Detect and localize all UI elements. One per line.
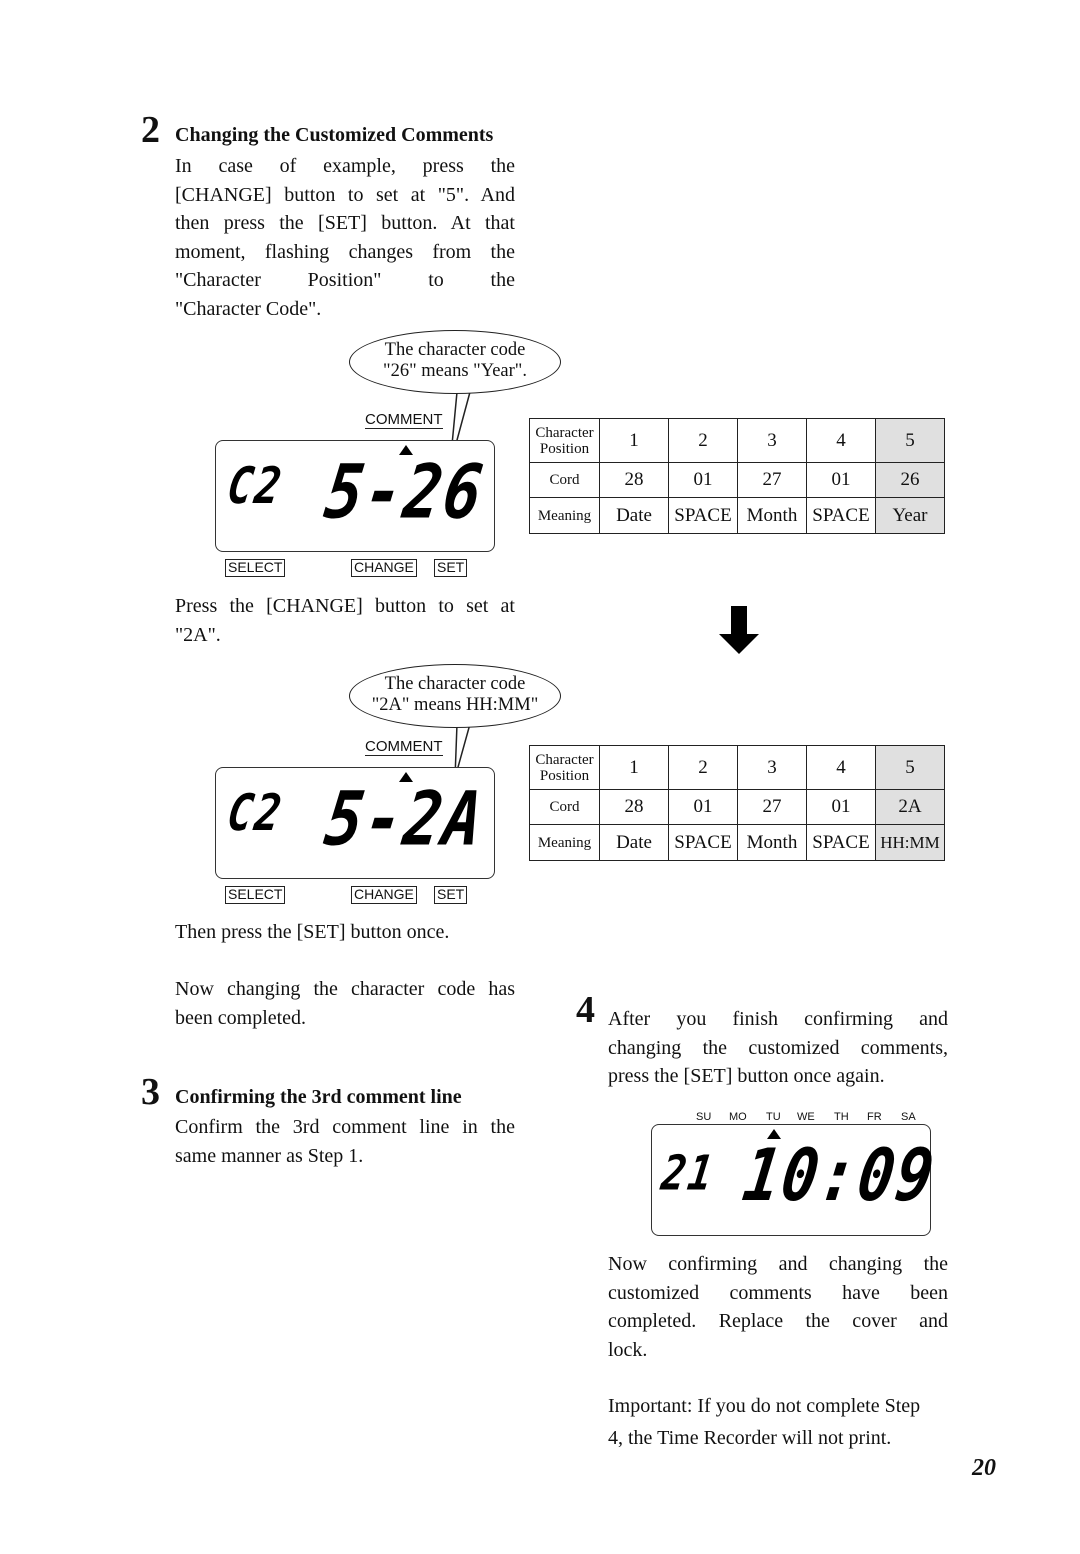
now-confirming-text: Now confirming and changing the customiz… bbox=[608, 1253, 948, 1361]
callout-bubble: The character code "26" means "Year". bbox=[349, 330, 561, 394]
lcd-line-code: C2 bbox=[223, 456, 287, 515]
now-changing-text: Now changing the character code has been… bbox=[175, 978, 515, 1029]
then-press-text: Then press the [SET] button once. bbox=[175, 921, 450, 943]
step-4-text: After you finish confirming and changing… bbox=[608, 1008, 948, 1087]
press-change-text: Press the [CHANGE] button to set at "2A"… bbox=[175, 595, 515, 646]
select-button[interactable]: SELECT bbox=[225, 886, 286, 904]
lcd-value: 5-2A bbox=[319, 774, 490, 863]
day-label: SU bbox=[696, 1111, 712, 1123]
character-table-1: Character Position 1 2 3 4 5 Cord 28 01 27 01 26 M… bbox=[529, 418, 945, 534]
day-label: TH bbox=[834, 1111, 849, 1123]
set-button[interactable]: SET bbox=[434, 559, 468, 577]
step-2-title: Changing the Customized Comments bbox=[175, 124, 494, 146]
day-label: FR bbox=[867, 1111, 882, 1123]
day-label: WE bbox=[797, 1111, 815, 1123]
lcd-display: C2 5-2A bbox=[215, 767, 495, 879]
lcd-time: 10:09 bbox=[738, 1134, 941, 1218]
important-note: Important: If you do not complete Step 4… bbox=[608, 1395, 921, 1449]
step-number-badge: 3 bbox=[141, 1071, 160, 1113]
character-table-2: Character Position 1 2 3 4 5 Cord 28 01 27 01 2A M… bbox=[529, 745, 945, 861]
callout-bubble: The character code "2A" means HH:MM" bbox=[349, 664, 561, 728]
step-2-text: In case of example, press the [CHANGE] b… bbox=[175, 155, 515, 320]
manual-page: 2 Changing the Customized Comments In ca… bbox=[0, 0, 1080, 1554]
step-3-text: Confirm the 3rd comment line in the same… bbox=[175, 1116, 515, 1167]
day-label: SA bbox=[901, 1111, 916, 1123]
change-button[interactable]: CHANGE bbox=[351, 559, 417, 577]
step-number-badge: 4 bbox=[576, 989, 595, 1031]
change-button[interactable]: CHANGE bbox=[351, 886, 417, 904]
page-number: 20 bbox=[972, 1455, 996, 1481]
day-label: MO bbox=[729, 1111, 747, 1123]
comment-label: COMMENT bbox=[365, 411, 443, 429]
lcd-value: 5-26 bbox=[319, 447, 490, 536]
lcd-display: C2 5-26 bbox=[215, 440, 495, 552]
clock-lcd-display: 21 10:09 bbox=[651, 1124, 941, 1236]
day-label: TU bbox=[766, 1111, 781, 1123]
select-button[interactable]: SELECT bbox=[225, 559, 286, 577]
comment-label: COMMENT bbox=[365, 738, 443, 756]
step-number-badge: 2 bbox=[141, 109, 160, 151]
arrow-down-icon bbox=[719, 606, 759, 654]
step-3-title: Confirming the 3rd comment line bbox=[175, 1086, 462, 1108]
lcd-line-code: C2 bbox=[223, 783, 287, 842]
lcd-date: 21 bbox=[658, 1146, 719, 1202]
set-button[interactable]: SET bbox=[434, 886, 468, 904]
